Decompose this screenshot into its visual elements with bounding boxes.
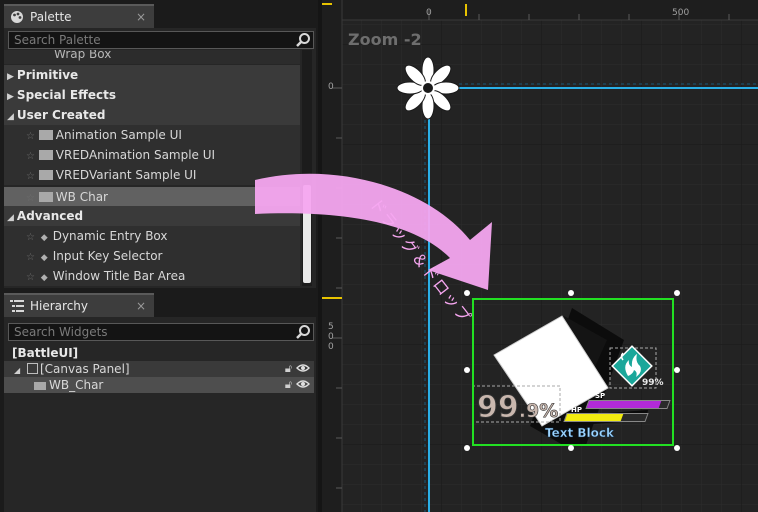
ruler-left-label: 0 <box>328 82 334 92</box>
star-icon[interactable]: ☆ <box>26 171 35 182</box>
collapse-arrow-icon: ◢ <box>14 366 21 375</box>
palette-item-selected[interactable]: ☆ WB Char <box>4 187 300 207</box>
lock-icon[interactable]: 🔓︎ <box>285 361 292 377</box>
widget-blueprint-icon <box>34 382 46 390</box>
ruler-left-label: 5 <box>328 322 334 332</box>
resize-handle[interactable] <box>464 367 470 373</box>
palette-item-label: VREDAnimation Sample UI <box>55 148 216 162</box>
star-icon[interactable]: ☆ <box>26 131 35 142</box>
ruler-left-label: 0 <box>328 332 334 342</box>
star-icon[interactable]: ☆ <box>26 193 35 204</box>
palette-icon <box>10 10 24 24</box>
palette-item-label: Dynamic Entry Box <box>52 229 168 243</box>
tab-hierarchy[interactable]: Hierarchy × <box>4 293 154 317</box>
palette-item[interactable]: ☆ ◆ Window Title Bar Area <box>4 266 300 286</box>
diamond-icon: ◆ <box>40 233 48 243</box>
palette-item-label: WB Char <box>55 190 108 204</box>
category-label: Special Effects <box>16 88 116 102</box>
tree-item-wb-char[interactable]: WB_Char 🔓︎ <box>4 377 314 393</box>
star-icon[interactable]: ☆ <box>26 232 35 243</box>
tab-palette[interactable]: Palette × <box>4 4 154 28</box>
hierarchy-search-placeholder: Search Widgets <box>14 325 108 339</box>
hierarchy-panel: Hierarchy × Search Widgets [BattleUI] ◢ … <box>0 290 318 512</box>
widget-blueprint-icon <box>38 150 53 160</box>
tree-item-canvas-panel[interactable]: ◢ [Canvas Panel] 🔓︎ <box>4 361 314 377</box>
palette-item[interactable]: ☆ VREDAnimation Sample UI <box>4 145 300 165</box>
lock-icon[interactable]: 🔓︎ <box>285 377 292 393</box>
palette-item[interactable]: ☆ ◆ Input Key Selector <box>4 246 300 266</box>
resize-handle[interactable] <box>568 290 574 296</box>
palette-item-label: VREDVariant Sample UI <box>55 168 197 182</box>
palette-item-label: Window Title Bar Area <box>52 269 186 283</box>
list-item[interactable]: Wrap Box <box>4 50 300 64</box>
palette-item[interactable]: ☆ ◆ Dynamic Entry Box <box>4 226 300 246</box>
palette-item-label: Wrap Box <box>54 50 112 61</box>
search-icon[interactable] <box>295 324 311 340</box>
palette-search-placeholder: Search Palette <box>14 33 101 47</box>
tab-hierarchy-label: Hierarchy <box>30 299 89 313</box>
expand-arrow-icon: ▶ <box>7 92 14 102</box>
anchor-icon[interactable] <box>395 55 461 121</box>
designer-viewport[interactable]: 0 500 0 5 0 0 Zoom -2 ドラッグ＆ドロップ 99% 99.9… <box>322 0 758 512</box>
hierarchy-search-input[interactable]: Search Widgets <box>8 323 314 341</box>
hierarchy-icon <box>10 300 24 312</box>
hierarchy-body: Search Widgets [BattleUI] ◢ [Canvas Pane… <box>4 317 316 512</box>
resize-handle[interactable] <box>464 445 470 451</box>
diamond-icon: ◆ <box>40 273 48 283</box>
tree-item-label: [Canvas Panel] <box>39 362 130 376</box>
zoom-label: Zoom -2 <box>348 30 422 49</box>
palette-search-input[interactable]: Search Palette <box>8 31 314 49</box>
widget-blueprint-icon <box>38 170 53 180</box>
category-label: User Created <box>16 108 106 122</box>
selection-outline <box>472 298 674 446</box>
wb-char-widget[interactable]: 99% 99.9% SP HP Text Block <box>472 298 674 446</box>
scrollbar-thumb[interactable] <box>303 185 311 283</box>
resize-handle[interactable] <box>568 445 574 451</box>
collapse-arrow-icon: ◢ <box>7 213 14 223</box>
star-icon[interactable]: ☆ <box>26 272 35 283</box>
search-icon[interactable] <box>295 32 311 48</box>
tab-palette-label: Palette <box>30 10 72 24</box>
palette-scrollbar[interactable] <box>302 50 312 286</box>
close-icon[interactable]: × <box>136 10 146 24</box>
close-icon[interactable]: × <box>136 299 146 313</box>
widget-blueprint-icon <box>38 130 53 140</box>
category-primitive[interactable]: ▶ Primitive <box>4 65 300 85</box>
resize-handle[interactable] <box>674 367 680 373</box>
star-icon[interactable]: ☆ <box>26 151 35 162</box>
category-label: Primitive <box>16 68 79 82</box>
palette-body: Search Palette Wrap Box ▶ Primitive ▶ Spec… <box>4 28 316 288</box>
collapse-arrow-icon: ◢ <box>7 112 14 122</box>
category-label: Advanced <box>16 209 84 223</box>
palette-item-label: Animation Sample UI <box>55 128 182 142</box>
category-advanced[interactable]: ◢ Advanced <box>4 206 300 226</box>
resize-handle[interactable] <box>674 290 680 296</box>
palette-item-label: Input Key Selector <box>52 249 163 263</box>
eye-icon[interactable] <box>296 377 310 395</box>
category-user-created[interactable]: ◢ User Created <box>4 105 300 125</box>
expand-arrow-icon: ▶ <box>7 72 14 82</box>
palette-item[interactable]: ☆ VREDVariant Sample UI <box>4 165 300 185</box>
ruler-left-label: 0 <box>328 342 334 352</box>
ruler-top-label: 500 <box>672 8 690 18</box>
tree-root-label: [BattleUI] <box>12 346 79 360</box>
star-icon[interactable]: ☆ <box>26 252 35 263</box>
diamond-icon: ◆ <box>40 253 48 263</box>
palette-item[interactable]: ☆ Animation Sample UI <box>4 125 300 145</box>
tree-item-label: WB_Char <box>49 378 104 392</box>
category-special-effects[interactable]: ▶ Special Effects <box>4 85 300 105</box>
tree-root[interactable]: [BattleUI] <box>12 345 78 361</box>
resize-handle[interactable] <box>464 290 470 296</box>
ruler-top-label: 0 <box>426 8 432 18</box>
canvas-panel-icon <box>26 363 38 374</box>
palette-panel: Palette × Search Palette Wrap Box ▶ Primi… <box>0 0 318 290</box>
widget-blueprint-icon <box>38 192 53 202</box>
palette-list: Wrap Box ▶ Primitive ▶ Special Effects ◢ Us… <box>4 50 300 288</box>
resize-handle[interactable] <box>674 445 680 451</box>
